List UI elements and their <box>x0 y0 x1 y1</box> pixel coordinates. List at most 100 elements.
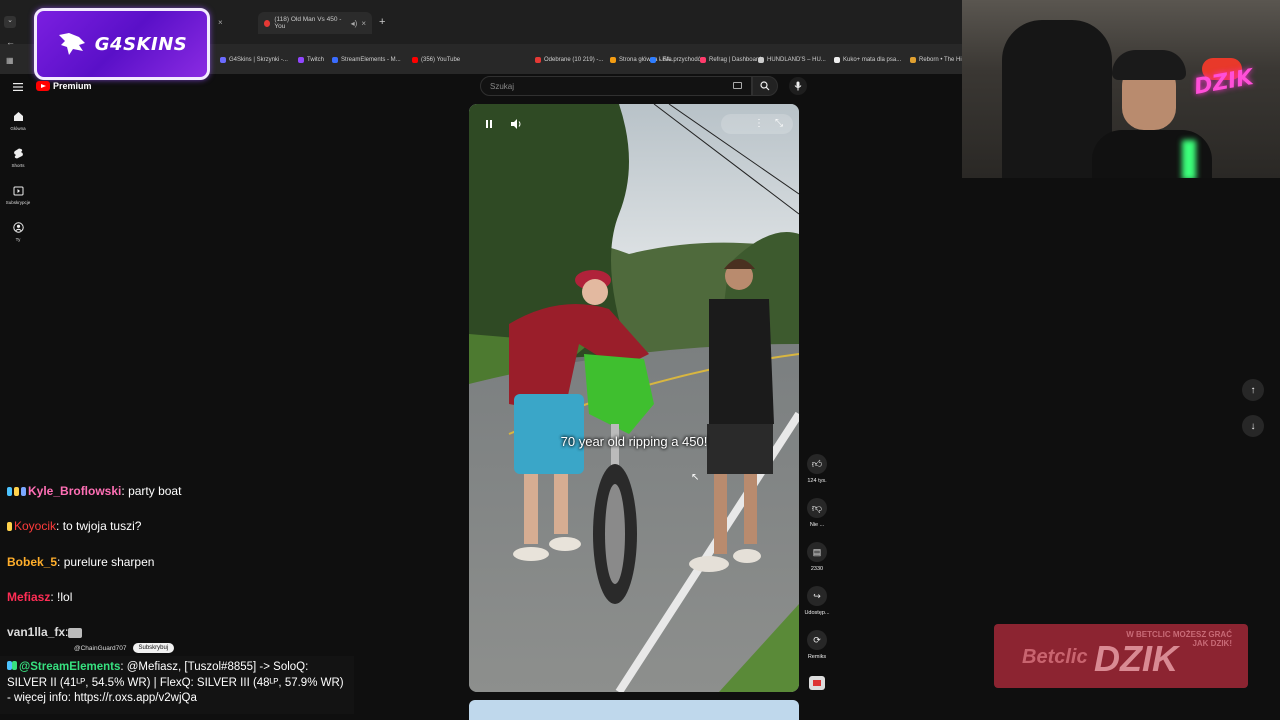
streamer-cap <box>1112 50 1186 80</box>
voice-search-button[interactable] <box>789 77 807 95</box>
chat-username[interactable]: Mefiasz <box>7 590 50 604</box>
old-man-shoe <box>549 537 581 551</box>
bookmark-item[interactable]: Reborn • The Hi... <box>910 57 967 63</box>
like-button[interactable]: 👍︎ 124 tys. <box>801 454 833 484</box>
old-man-leg <box>524 474 538 544</box>
betclic-banner: W BETCLIC MOŻESZ GRAĆ JAK DZIK! Betclic … <box>994 624 1248 688</box>
bookmark-item[interactable]: Twitch <box>298 57 324 63</box>
logo-text: G4SKINS <box>94 33 188 55</box>
old-man-leg <box>554 474 568 534</box>
bookmark-item[interactable]: Lista przychodów <box>650 57 705 63</box>
comment-count: 2330 <box>810 566 824 572</box>
dislike-label: Nie ... <box>809 522 825 528</box>
chat-username[interactable]: van1lla_fx <box>7 625 65 639</box>
bookmark-favicon-icon <box>650 57 656 63</box>
subscribe-button[interactable]: Subskrybuj <box>132 643 175 653</box>
remix-button[interactable]: ⟳ Remiks <box>801 630 833 660</box>
nav-shorts-label: Shorts <box>11 163 25 168</box>
shorts-video-player[interactable]: ⋮ ⤡ 70 year old ripping a 450! ↖ <box>469 104 799 692</box>
share-label: Udostęp... <box>804 610 830 616</box>
bookmark-item[interactable]: Kuko+ mata dla psa... <box>834 57 901 63</box>
badge-icon <box>14 487 19 497</box>
nav-subscriptions[interactable]: Subskrypcje <box>0 185 36 205</box>
youtube-play-icon <box>36 81 50 91</box>
betclic-brand: Betclic <box>1022 646 1088 668</box>
fullscreen-icon[interactable]: ⤡ <box>775 118 783 129</box>
bookmark-favicon-icon <box>298 57 304 63</box>
close-icon[interactable]: × <box>361 19 366 28</box>
search-button[interactable] <box>752 76 778 96</box>
next-video-button[interactable]: ↓ <box>1242 415 1264 437</box>
bookmark-item[interactable]: HUNDLAND'S – HU... <box>758 57 826 63</box>
volume-icon[interactable] <box>510 118 522 130</box>
bookmark-label: (356) YouTube <box>421 57 461 63</box>
previous-video-button[interactable]: ↑ <box>1242 379 1264 401</box>
chat-username[interactable]: @StreamElements <box>19 661 120 673</box>
comments-button[interactable]: ▤ 2330 <box>801 542 833 572</box>
home-icon <box>13 112 23 121</box>
speaker-icon[interactable]: ◂) <box>351 19 358 28</box>
nav-shorts[interactable]: Shorts <box>0 148 36 168</box>
g4skins-logo: G4SKINS <box>34 8 210 80</box>
badge-icon <box>7 487 12 497</box>
chat-text: to twjoja tuszi? <box>62 519 142 533</box>
chat-message: Koyocik: to twjoja tuszi? <box>7 519 141 533</box>
chat-separator: : <box>121 484 125 498</box>
bookmark-label: Lista przychodów <box>659 57 706 63</box>
sound-thumbnail[interactable] <box>809 676 825 690</box>
bookmark-item[interactable]: G4Skins | Skrzynki -... <box>220 57 288 63</box>
chat-username[interactable]: Bobek_5 <box>7 555 57 569</box>
dislike-icon: 👎︎ <box>811 503 823 514</box>
search-input[interactable]: Szukaj <box>480 76 752 96</box>
teen-shorts <box>707 424 773 474</box>
tab-active[interactable]: (118) Old Man Vs 450 - You ◂) × <box>258 12 372 34</box>
next-video-preview[interactable] <box>469 700 799 720</box>
close-icon[interactable]: × <box>218 18 223 27</box>
bookmark-item[interactable]: Odebrane (10 219) -... <box>535 57 603 63</box>
video-frame <box>469 104 799 692</box>
like-count: 124 tys. <box>807 478 827 484</box>
bookmark-item[interactable]: StreamElements - M... <box>332 57 401 63</box>
tab-title: (118) Old Man Vs 450 - You <box>274 16 342 30</box>
more-options-icon[interactable]: ⋮ <box>754 118 764 129</box>
lion-icon <box>58 33 85 55</box>
back-arrow-icon[interactable]: ← <box>6 37 15 47</box>
remix-icon: ⟳ <box>813 634 821 645</box>
badge-icon <box>7 522 12 532</box>
nav-home[interactable]: Główna <box>0 111 36 131</box>
chat-separator: : <box>50 590 54 604</box>
chat-message: van1lla_fx: <box>7 625 83 639</box>
apps-icon[interactable]: ▦ <box>6 56 14 65</box>
bookmark-favicon-icon <box>910 57 916 63</box>
tab-inactive[interactable]: × <box>212 14 256 30</box>
bookmark-label: G4Skins | Skrzynki -... <box>229 57 288 63</box>
pause-icon[interactable] <box>483 118 495 130</box>
dislike-button[interactable]: 👎︎ Nie ... <box>801 498 833 528</box>
share-button[interactable]: ↪ Udostęp... <box>801 586 833 616</box>
bookmark-label: Kuko+ mata dla psa... <box>843 57 902 63</box>
bookmark-label: Odebrane (10 219) -... <box>544 57 604 63</box>
chat-username[interactable]: Koyocik <box>14 519 56 533</box>
nav-you-label: Ty <box>15 237 21 242</box>
chat-text: !lol <box>57 590 73 604</box>
chat-username[interactable]: Kyle_Broflowski <box>28 484 121 498</box>
nav-you[interactable]: Ty <box>0 222 36 242</box>
keyboard-icon[interactable] <box>733 82 742 89</box>
shorts-icon <box>13 148 23 159</box>
teen-leg <box>714 474 727 554</box>
youtube-favicon-icon <box>264 19 271 27</box>
bookmark-favicon-icon <box>758 57 764 63</box>
bookmark-item[interactable]: (356) YouTube <box>412 57 460 63</box>
bookmark-label: Refrag | Dashboard <box>709 57 762 63</box>
chat-message: Bobek_5: purelure sharpen <box>7 555 154 569</box>
nav-subscriptions-label: Subskrypcje <box>5 200 31 205</box>
user-icon <box>12 222 24 233</box>
hamburger-menu-icon[interactable] <box>12 81 24 93</box>
youtube-premium-logo[interactable]: Premium <box>36 81 92 91</box>
microphone-icon <box>794 81 802 91</box>
bookmark-item[interactable]: Refrag | Dashboard <box>700 57 761 63</box>
tab-list-button[interactable]: ⌄ <box>4 16 16 28</box>
new-tab-button[interactable]: + <box>379 16 385 28</box>
bookmark-label: Reborn • The Hi... <box>919 57 967 63</box>
arrow-up-icon: ↑ <box>1250 384 1256 396</box>
